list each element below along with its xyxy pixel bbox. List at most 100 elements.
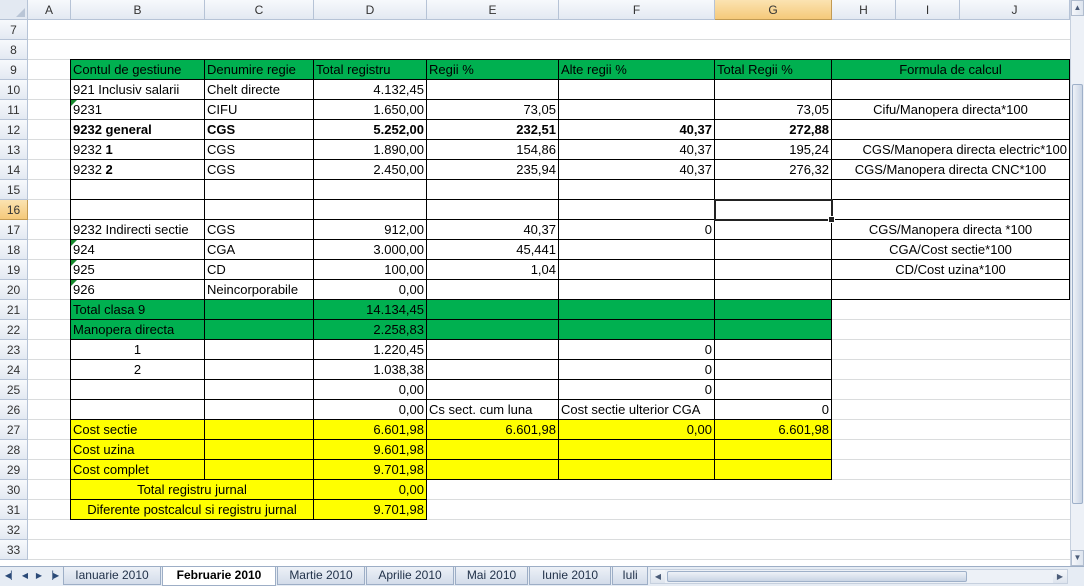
cell-e27[interactable]: 6.601,98 [426,419,559,440]
cell-d21[interactable]: 14.134,45 [313,299,427,320]
sheet-tab-aprilie-2010[interactable]: Aprilie 2010 [366,567,454,585]
cell-d23[interactable]: 1.220,45 [313,339,427,360]
vertical-scroll-thumb[interactable] [1072,84,1083,504]
column-header-e[interactable]: E [427,0,559,20]
column-header-a[interactable]: A [28,0,71,20]
cell-b13[interactable]: 9232 1 [70,139,205,160]
sheet-tab-mai-2010[interactable]: Mai 2010 [455,567,528,585]
cell-h15[interactable] [831,179,1070,200]
cell-d17[interactable]: 912,00 [313,219,427,240]
cell-b28[interactable]: Cost uzina [70,439,205,460]
cell-f18[interactable] [558,239,715,260]
cell-g17[interactable] [714,219,832,240]
cell-f9[interactable]: Alte regii % [558,59,715,80]
cell-b15[interactable] [70,179,205,200]
cell-f17[interactable]: 0 [558,219,715,240]
row-header-13[interactable]: 13 [0,140,28,160]
cell-e9[interactable]: Regii % [426,59,559,80]
cell-d26[interactable]: 0,00 [313,399,427,420]
cell-d24[interactable]: 1.038,38 [313,359,427,380]
cell-c20[interactable]: Neincorporabile [204,279,314,300]
cell-f14[interactable]: 40,37 [558,159,715,180]
cell-g28[interactable] [714,439,832,460]
row-header-19[interactable]: 19 [0,260,28,280]
column-header-d[interactable]: D [314,0,427,20]
cell-g19[interactable] [714,259,832,280]
cell-g20[interactable] [714,279,832,300]
cell-h20[interactable] [831,279,1070,300]
select-all-corner[interactable] [0,0,28,20]
cell-b18[interactable]: 924 [70,239,205,260]
cell-f13[interactable]: 40,37 [558,139,715,160]
cell-e25[interactable] [426,379,559,400]
row-header-24[interactable]: 24 [0,360,28,380]
cell-g24[interactable] [714,359,832,380]
cell-c16[interactable] [204,199,314,220]
cell-g25[interactable] [714,379,832,400]
cell-h14[interactable]: CGS/Manopera directa CNC*100 [831,159,1070,180]
cell-e16[interactable] [426,199,559,220]
cell-f25[interactable]: 0 [558,379,715,400]
row-header-15[interactable]: 15 [0,180,28,200]
cell-b25[interactable] [70,379,205,400]
cell-b29[interactable]: Cost complet [70,459,205,480]
cell-d28[interactable]: 9.601,98 [313,439,427,460]
cell-h19[interactable]: CD/Cost uzina*100 [831,259,1070,280]
row-header-16[interactable]: 16 [0,200,28,220]
cell-d20[interactable]: 0,00 [313,279,427,300]
cell-c19[interactable]: CD [204,259,314,280]
row-header-28[interactable]: 28 [0,440,28,460]
row-header-10[interactable]: 10 [0,80,28,100]
scroll-right-icon[interactable]: ▶ [1053,570,1067,583]
cell-d9[interactable]: Total registru [313,59,427,80]
column-header-h[interactable]: H [832,0,896,20]
cell-e23[interactable] [426,339,559,360]
cell-h12[interactable] [831,119,1070,140]
cell-b11[interactable]: 9231 [70,99,205,120]
cell-f23[interactable]: 0 [558,339,715,360]
cell-f21[interactable] [558,299,715,320]
cell-c12[interactable]: CGS [204,119,314,140]
cell-e29[interactable] [426,459,559,480]
row-header-25[interactable]: 25 [0,380,28,400]
cell-f29[interactable] [558,459,715,480]
cell-g13[interactable]: 195,24 [714,139,832,160]
row-header-22[interactable]: 22 [0,320,28,340]
row-header-17[interactable]: 17 [0,220,28,240]
cell-g23[interactable] [714,339,832,360]
cell-c28[interactable] [204,439,314,460]
cell-g29[interactable] [714,459,832,480]
cell-e13[interactable]: 154,86 [426,139,559,160]
cell-c13[interactable]: CGS [204,139,314,160]
cell-f10[interactable] [558,79,715,100]
cell-d12[interactable]: 5.252,00 [313,119,427,140]
cell-c18[interactable]: CGA [204,239,314,260]
cell-b31[interactable]: Diferente postcalcul si registru jurnal [70,499,314,520]
row-header-29[interactable]: 29 [0,460,28,480]
cell-h11[interactable]: Cifu/Manopera directa*100 [831,99,1070,120]
row-header-20[interactable]: 20 [0,280,28,300]
cell-d18[interactable]: 3.000,00 [313,239,427,260]
cell-g21[interactable] [714,299,832,320]
cell-g11[interactable]: 73,05 [714,99,832,120]
cell-d10[interactable]: 4.132,45 [313,79,427,100]
cell-b24[interactable]: 2 [70,359,205,380]
sheet-tab-februarie-2010[interactable]: Februarie 2010 [162,567,276,586]
sheet-tab-ianuarie-2010[interactable]: Ianuarie 2010 [63,567,161,585]
cell-d19[interactable]: 100,00 [313,259,427,280]
cell-d25[interactable]: 0,00 [313,379,427,400]
row-header-11[interactable]: 11 [0,100,28,120]
row-header-7[interactable]: 7 [0,20,28,40]
cell-f20[interactable] [558,279,715,300]
cell-e15[interactable] [426,179,559,200]
column-header-j[interactable]: J [960,0,1070,20]
cell-f27[interactable]: 0,00 [558,419,715,440]
row-header-23[interactable]: 23 [0,340,28,360]
sheet-tab-martie-2010[interactable]: Martie 2010 [277,567,365,585]
cell-g16[interactable] [714,199,832,220]
cell-b20[interactable]: 926 [70,279,205,300]
cell-b21[interactable]: Total clasa 9 [70,299,205,320]
cell-h10[interactable] [831,79,1070,100]
cell-b17[interactable]: 9232 Indirecti sectie [70,219,205,240]
column-header-g[interactable]: G [715,0,832,20]
